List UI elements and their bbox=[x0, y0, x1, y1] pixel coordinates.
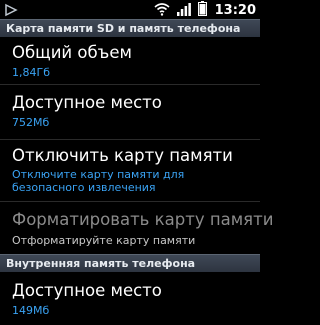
format-sd-title: Форматировать карту памяти bbox=[12, 210, 274, 229]
internal-available-value: 149Мб bbox=[12, 304, 50, 317]
unmount-sd-item[interactable]: Отключить карту памяти Отключите карту п… bbox=[0, 140, 260, 200]
total-space-value: 1,84Гб bbox=[12, 66, 50, 79]
battery-icon bbox=[197, 1, 207, 20]
unmount-sd-title: Отключить карту памяти bbox=[12, 146, 233, 165]
internal-available-title: Доступное место bbox=[12, 281, 162, 300]
available-space-value: 752Мб bbox=[12, 116, 50, 129]
total-space-item: Общий объем 1,84Гб bbox=[0, 37, 260, 82]
format-sd-item[interactable]: Форматировать карту памяти Отформатируйт… bbox=[0, 202, 273, 254]
status-bar: 13:20 bbox=[0, 0, 260, 18]
section-header-sd: Карта памяти SD и память телефона bbox=[0, 19, 260, 37]
section-header-internal: Внутренняя память телефона bbox=[0, 254, 260, 272]
unmount-sd-summary-line2: безопасного извлечения bbox=[12, 181, 156, 194]
clock: 13:20 bbox=[214, 2, 256, 18]
total-space-title: Общий объем bbox=[12, 43, 132, 62]
internal-available-item: Доступное место 149Мб bbox=[0, 272, 260, 325]
signal-icon bbox=[176, 1, 191, 20]
available-space-title: Доступное место bbox=[12, 93, 162, 112]
wifi-icon bbox=[154, 1, 170, 20]
format-sd-summary: Отформатируйте карту памяти bbox=[12, 234, 196, 247]
available-space-item: Доступное место 752Мб bbox=[0, 85, 260, 138]
unmount-sd-summary-line1: Отключите карту памяти для bbox=[12, 168, 185, 181]
